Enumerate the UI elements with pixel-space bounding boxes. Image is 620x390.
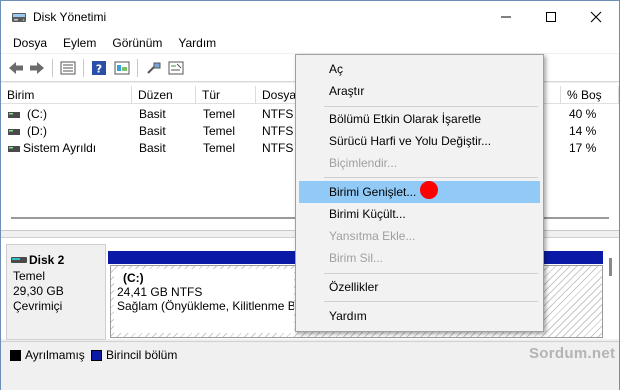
vertical-scrollbar[interactable] [609,258,612,276]
context-menu: Aç Araştır Bölümü Etkin Olarak İşaretle … [295,54,544,332]
volume-type: Temel [203,124,236,138]
volume-filesystem: NTFS [262,124,294,138]
menu-item-format: Biçimlendir... [329,156,398,170]
menu-separator [324,106,538,107]
partition-details: (C:) 24,41 GB NTFS Sağlam (Önyükleme, Ki… [114,269,294,333]
menu-item-mark-active[interactable]: Bölümü Etkin Olarak İşaretle [299,108,540,130]
volume-filesystem: NTFS [262,107,294,121]
disk-type: Temel [13,269,46,283]
volume-name: (C:) [27,107,47,121]
volume-free-percent: 40 % [569,107,597,121]
volume-name: Sistem Ayrıldı [23,141,97,155]
volume-filesystem: NTFS [262,141,294,155]
menu-item-help[interactable]: Yardım [299,305,540,327]
disk-status: Çevrimiçi [13,299,63,313]
menu-separator [324,177,538,178]
volume-layout: Basit [139,107,166,121]
primary-swatch [91,350,102,361]
menu-item-change-drive-letter[interactable]: Sürücü Harfi ve Yolu Değiştir... [299,130,540,152]
toolbar-separator [83,59,84,77]
maximize-button[interactable] [528,1,574,33]
watermark: Sordum.net [529,345,616,362]
menu-separator [324,273,538,274]
menu-separator [324,301,538,302]
status-bar [1,367,619,390]
volume-free-percent: 14 % [569,124,597,138]
disk-management-app-icon [12,13,26,22]
disk-size: 29,30 GB [13,284,64,298]
volume-layout: Basit [139,124,166,138]
legend-unallocated: Ayrılmamış [25,348,85,362]
toolbar-separator [137,59,138,77]
menu-item-arastir[interactable]: Araştır [299,80,540,102]
settings-icon[interactable] [167,59,185,77]
maximize-icon [546,12,556,22]
minimize-button[interactable] [483,1,529,33]
volume-name: (D:) [27,124,47,138]
drive-icon [8,129,20,135]
menu-item-shrink-volume[interactable]: Birimi Küçült... [299,203,540,225]
menu-item-ac[interactable]: Aç [299,58,540,80]
menu-item-properties[interactable]: Özellikler [299,276,540,298]
red-marker-dot [420,181,438,199]
back-arrow-icon[interactable] [7,59,25,77]
minimize-icon [501,16,511,18]
drive-icon [8,146,20,152]
menu-dosya[interactable]: Dosya [5,36,55,50]
column-header-duzen[interactable]: Düzen [132,86,196,104]
disk-icon [11,257,27,263]
disk-name: Disk 2 [29,253,65,267]
window-title: Disk Yönetimi [33,10,107,24]
title-bar: Disk Yönetimi [1,1,619,33]
column-header-bos[interactable]: % Boş [561,86,619,104]
drive-icon [8,112,20,118]
volume-layout: Basit [139,141,166,155]
close-icon [590,11,602,23]
toolbar-separator [52,59,53,77]
forward-arrow-icon[interactable] [28,59,46,77]
unallocated-swatch [10,350,21,361]
legend-bar: Ayrılmamış Birincil bölüm [1,341,619,367]
disk-info-box[interactable]: Disk 2 Temel 29,30 GB Çevrimiçi [6,244,106,340]
partition-size: 24,41 GB NTFS [117,285,203,299]
menu-item-delete-volume: Birim Sil... [329,251,383,265]
properties-icon[interactable] [113,59,131,77]
volume-type: Temel [203,107,236,121]
svg-text:?: ? [96,63,102,76]
menu-yardim[interactable]: Yardım [170,36,224,50]
column-header-capacity[interactable] [545,86,561,104]
volume-type: Temel [203,141,236,155]
column-header-tur[interactable]: Tür [196,86,256,104]
volume-free-percent: 17 % [569,141,597,155]
connect-icon[interactable] [145,59,163,77]
help-icon[interactable]: ? [90,59,108,77]
menu-item-add-mirror: Yansıtma Ekle... [329,229,416,243]
menu-eylem[interactable]: Eylem [55,36,104,50]
disk-list-icon[interactable] [59,59,77,77]
legend-primary: Birincil bölüm [106,348,178,362]
menu-gorunum[interactable]: Görünüm [104,36,170,50]
partition-label: (C:) [123,271,144,285]
close-button[interactable] [573,1,619,33]
menu-bar: Dosya Eylem Görünüm Yardım [1,33,619,53]
column-header-birim[interactable]: Birim [1,86,132,104]
partition-health: Sağlam (Önyükleme, Kilitlenme Bi [117,299,294,313]
